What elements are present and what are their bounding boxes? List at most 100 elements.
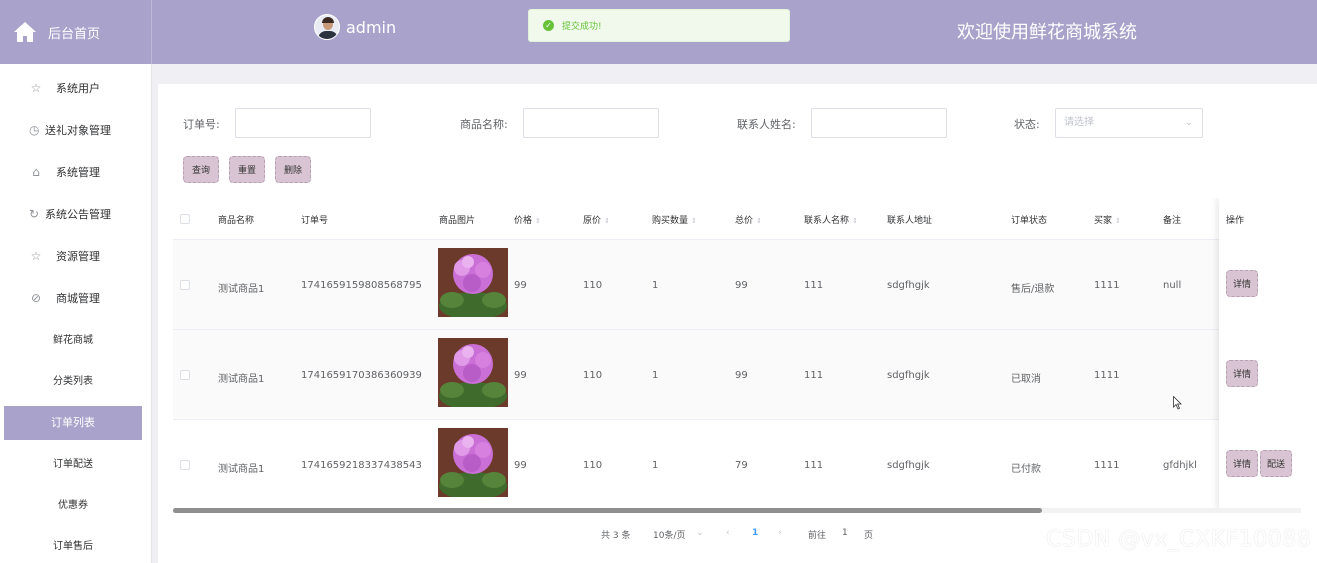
sort-icon[interactable]: ⇕ xyxy=(535,217,541,225)
star-icon: ☆ xyxy=(30,249,42,263)
cell-order-no: 1741659159808568795 xyxy=(301,280,422,291)
col-order-no: 订单号 xyxy=(301,216,329,226)
sidebar-item-announcements[interactable]: ↻ 系统公告管理 xyxy=(0,200,152,228)
page-size-select[interactable]: 10条/页 xyxy=(653,528,686,541)
table-row: 测试商品1 1741659170386360939 99 110 1 99 11… xyxy=(173,330,1301,420)
col-contact-name-label: 联系人名称 xyxy=(804,216,850,226)
sort-icon[interactable]: ⇕ xyxy=(756,217,762,225)
delete-button[interactable]: 删除 xyxy=(275,156,312,183)
shopping-bag-icon: ⌂ xyxy=(32,165,40,179)
col-buyer[interactable]: 买家 ⇕ xyxy=(1094,213,1121,226)
sidebar-item-label: 商城管理 xyxy=(56,292,100,305)
sidebar-item-label: 系统用户 xyxy=(56,82,100,95)
sort-icon[interactable]: ⇕ xyxy=(604,217,610,225)
cell-original-price: 110 xyxy=(583,370,603,381)
cell-total: 99 xyxy=(735,280,748,291)
goods-name-input[interactable] xyxy=(523,108,659,138)
user-menu[interactable]: admin xyxy=(314,14,396,40)
reset-button[interactable]: 重置 xyxy=(229,156,266,183)
col-quantity[interactable]: 购买数量 ⇕ xyxy=(652,213,697,226)
sidebar-item-mall-management[interactable]: ⊘ 商城管理 xyxy=(0,284,152,312)
refresh-icon: ↻ xyxy=(29,207,40,221)
col-original-price[interactable]: 原价 ⇕ xyxy=(583,213,610,226)
col-contact-address: 联系人地址 xyxy=(887,216,933,226)
sidebar-item-resources[interactable]: ☆ 资源管理 xyxy=(0,242,152,270)
sort-icon[interactable]: ⇕ xyxy=(852,217,858,225)
scrollbar-thumb[interactable] xyxy=(173,508,1042,513)
sidebar-subitem-coupons[interactable]: 优惠券 xyxy=(4,489,142,523)
current-page[interactable]: 1 xyxy=(752,528,758,538)
watermark: CSDN @vx_CXKF10088 xyxy=(1046,527,1312,552)
cell-goods-name: 测试商品1 xyxy=(218,464,265,475)
sort-icon[interactable]: ⇕ xyxy=(1115,217,1121,225)
order-no-label: 订单号: xyxy=(183,118,220,131)
cell-contact-name: 111 xyxy=(804,460,824,471)
brand-home-link[interactable]: 后台首页 xyxy=(0,0,152,64)
col-price-label: 价格 xyxy=(514,216,533,226)
contact-name-label: 联系人姓名: xyxy=(737,118,796,131)
col-quantity-label: 购买数量 xyxy=(652,216,689,226)
cell-quantity: 1 xyxy=(652,460,659,471)
cell-quantity: 1 xyxy=(652,280,659,291)
order-no-input[interactable] xyxy=(235,108,371,138)
horizontal-scrollbar[interactable] xyxy=(173,508,1301,513)
sidebar-subitem-order-delivery[interactable]: 订单配送 xyxy=(4,448,142,482)
col-original-price-label: 原价 xyxy=(583,216,602,226)
sidebar-subitem-order-list[interactable]: 订单列表 xyxy=(4,406,142,440)
detail-button[interactable]: 详情 xyxy=(1226,450,1259,477)
sidebar-subitem-after-sales[interactable]: 订单售后 xyxy=(4,530,142,563)
cell-buyer: 1111 xyxy=(1094,280,1120,291)
sidebar-item-gift-recipients[interactable]: ◷ 送礼对象管理 xyxy=(0,116,152,144)
star-icon: ☆ xyxy=(30,81,42,95)
col-order-status: 订单状态 xyxy=(1011,216,1048,226)
prev-page-icon[interactable]: ‹ xyxy=(726,528,730,538)
order-table: 商品名称 订单号 商品图片 价格 ⇕ 原价 ⇕ 购买数量 ⇕ 总价 ⇕ 联系人名称 ⇕ 联… xyxy=(173,198,1301,510)
search-form: 订单号: 商品名称: 联系人姓名: 状态: 请选择 ⌄ xyxy=(158,108,1317,138)
sidebar-item-system-management[interactable]: ⌂ 系统管理 xyxy=(0,158,152,186)
next-page-icon[interactable]: › xyxy=(778,528,782,538)
query-button[interactable]: 查询 xyxy=(183,156,220,183)
pager-total: 共 3 条 xyxy=(601,531,631,541)
cell-contact-address: sdgfhgjk xyxy=(887,460,930,471)
sidebar: ☆ 系统用户 ◷ 送礼对象管理 ⌂ 系统管理 ↻ 系统公告管理 ☆ 资源管理 ⊘… xyxy=(0,64,152,563)
select-all-checkbox[interactable] xyxy=(180,214,190,224)
cell-total: 79 xyxy=(735,460,748,471)
col-buyer-label: 买家 xyxy=(1094,216,1113,226)
sidebar-subitem-flower-mall[interactable]: 鲜花商城 xyxy=(4,324,142,358)
brand-label: 后台首页 xyxy=(48,26,101,42)
row-checkbox[interactable] xyxy=(180,460,190,470)
col-goods-name: 商品名称 xyxy=(218,216,255,226)
sidebar-item-label: 送礼对象管理 xyxy=(45,124,111,137)
sidebar-subitem-category-list[interactable]: 分类列表 xyxy=(4,365,142,399)
detail-button[interactable]: 详情 xyxy=(1226,360,1259,387)
cell-price: 99 xyxy=(514,460,527,471)
table-header: 商品名称 订单号 商品图片 价格 ⇕ 原价 ⇕ 购买数量 ⇕ 总价 ⇕ 联系人名称 ⇕ 联… xyxy=(173,198,1301,240)
cell-total: 99 xyxy=(735,370,748,381)
contact-name-input[interactable] xyxy=(811,108,947,138)
status-select[interactable]: 请选择 ⌄ xyxy=(1055,108,1203,138)
cell-contact-name: 111 xyxy=(804,280,824,291)
detail-button[interactable]: 详情 xyxy=(1226,270,1259,297)
page-unit-label: 页 xyxy=(864,531,874,541)
goto-page-input[interactable]: 1 xyxy=(842,528,848,538)
row-checkbox[interactable] xyxy=(180,280,190,290)
status-label: 状态: xyxy=(1014,118,1040,131)
deliver-button[interactable]: 配送 xyxy=(1260,450,1293,477)
avatar xyxy=(314,14,340,40)
cell-order-no: 1741659170386360939 xyxy=(301,370,422,381)
row-checkbox[interactable] xyxy=(180,370,190,380)
compass-icon: ⊘ xyxy=(30,291,42,305)
chevron-down-icon: ⌄ xyxy=(1184,117,1193,128)
cell-contact-address: sdgfhgjk xyxy=(887,280,930,291)
col-total[interactable]: 总价 ⇕ xyxy=(735,213,762,226)
col-price[interactable]: 价格 ⇕ xyxy=(514,213,541,226)
success-toast: ✓ 提交成功! xyxy=(528,9,790,42)
cell-goods-name: 测试商品1 xyxy=(218,284,265,295)
cell-original-price: 110 xyxy=(583,280,603,291)
cell-buyer: 1111 xyxy=(1094,460,1120,471)
table-row: 测试商品1 1741659218337438543 99 110 1 79 11… xyxy=(173,420,1301,510)
sort-icon[interactable]: ⇕ xyxy=(691,217,697,225)
col-contact-name[interactable]: 联系人名称 ⇕ xyxy=(804,213,858,226)
cell-contact-address: sdgfhgjk xyxy=(887,370,930,381)
sidebar-item-system-users[interactable]: ☆ 系统用户 xyxy=(0,74,152,102)
